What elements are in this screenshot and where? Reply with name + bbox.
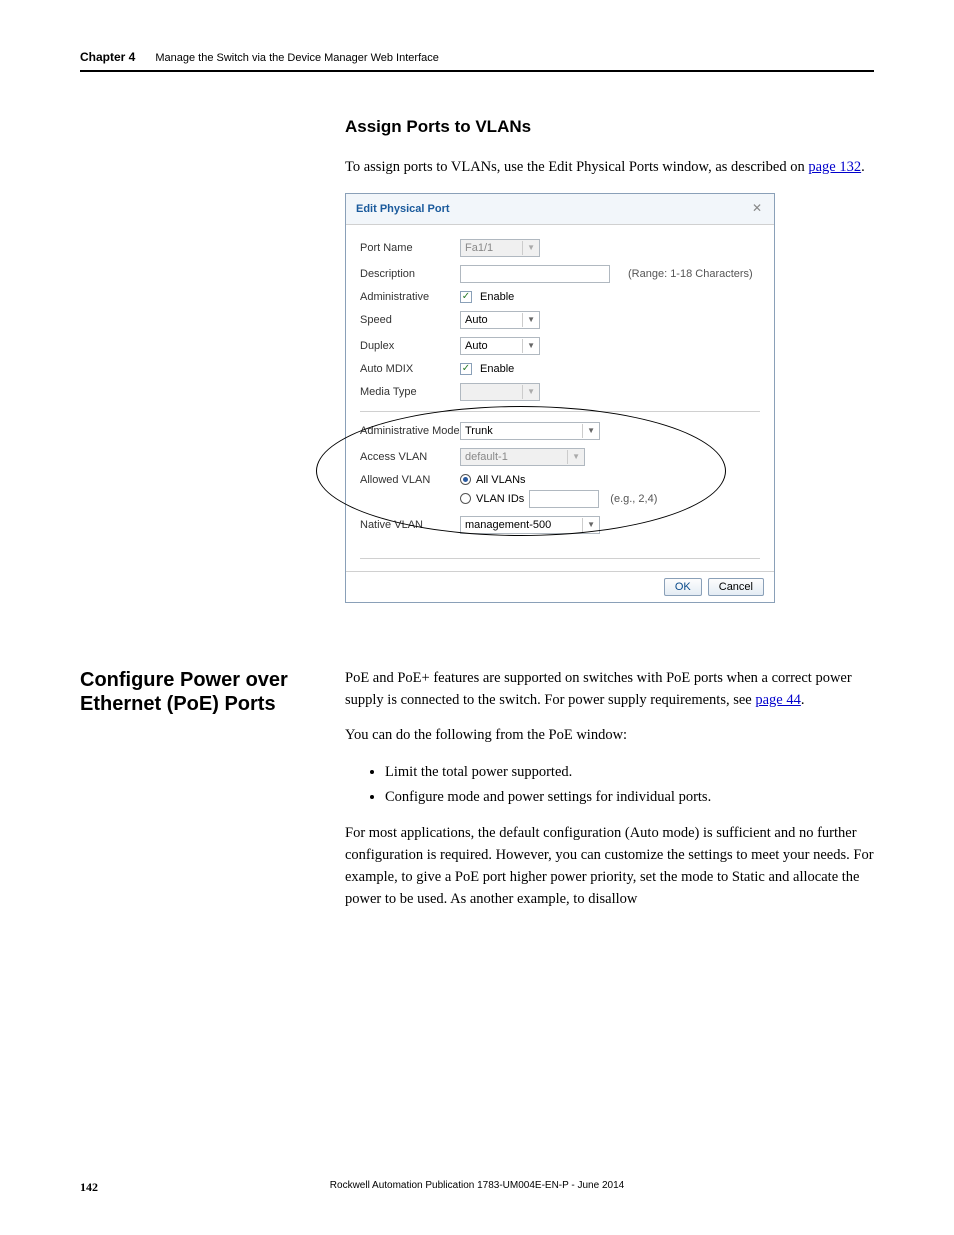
- allowed-vlan-label: Allowed VLAN: [360, 474, 460, 486]
- vlan-ids-hint: (e.g., 2,4): [610, 493, 657, 505]
- body-paragraph: To assign ports to VLANs, use the Edit P…: [345, 157, 874, 179]
- chevron-down-icon: ▼: [522, 339, 535, 353]
- admin-mode-value: Trunk: [465, 425, 493, 437]
- body-paragraph: PoE and PoE+ features are supported on s…: [345, 668, 874, 712]
- body-paragraph: For most applications, the default confi…: [345, 823, 874, 910]
- divider: [360, 411, 760, 412]
- vlan-ids-radio-label: VLAN IDs: [476, 493, 524, 505]
- speed-label: Speed: [360, 314, 460, 326]
- duplex-label: Duplex: [360, 340, 460, 352]
- dialog-header: Edit Physical Port ✕: [346, 194, 774, 225]
- bullet-list: Limit the total power supported. Configu…: [385, 761, 874, 809]
- page-footer: 142 Rockwell Automation Publication 1783…: [80, 1180, 874, 1195]
- list-item: Limit the total power supported.: [385, 761, 874, 784]
- all-vlans-radio-label: All VLANs: [476, 474, 526, 486]
- chevron-down-icon: ▼: [582, 424, 595, 438]
- section-heading-assign-ports: Assign Ports to VLANs: [345, 117, 874, 137]
- speed-value: Auto: [465, 314, 488, 326]
- text-span: .: [861, 159, 865, 175]
- duplex-select[interactable]: Auto ▼: [460, 337, 540, 355]
- access-vlan-value: default-1: [465, 451, 508, 463]
- native-vlan-label: Native VLAN: [360, 519, 460, 531]
- list-item: Configure mode and power settings for in…: [385, 786, 874, 809]
- description-range-hint: (Range: 1-18 Characters): [628, 268, 753, 280]
- cancel-button[interactable]: Cancel: [708, 578, 764, 596]
- native-vlan-value: management-500: [465, 519, 551, 531]
- media-type-label: Media Type: [360, 386, 460, 398]
- administrative-checkbox-label: Enable: [480, 291, 514, 303]
- page-header: Chapter 4 Manage the Switch via the Devi…: [80, 50, 874, 72]
- chapter-title: Manage the Switch via the Device Manager…: [155, 52, 439, 64]
- body-paragraph: You can do the following from the PoE wi…: [345, 725, 874, 747]
- media-type-select[interactable]: ▼: [460, 383, 540, 401]
- section-heading-poe: Configure Power over Ethernet (PoE) Port…: [80, 668, 315, 716]
- admin-mode-label: Administrative Mode: [360, 425, 460, 437]
- access-vlan-select[interactable]: default-1 ▼: [460, 448, 585, 466]
- auto-mdix-checkbox-label: Enable: [480, 363, 514, 375]
- chevron-down-icon: ▼: [522, 385, 535, 399]
- duplex-value: Auto: [465, 340, 488, 352]
- port-name-select[interactable]: Fa1/1 ▼: [460, 239, 540, 257]
- port-name-label: Port Name: [360, 242, 460, 254]
- port-name-value: Fa1/1: [465, 242, 493, 254]
- dialog-title: Edit Physical Port: [356, 203, 450, 215]
- ok-button[interactable]: OK: [664, 578, 702, 596]
- page-link-132[interactable]: page 132: [808, 159, 861, 175]
- chevron-down-icon: ▼: [582, 518, 595, 532]
- divider: [360, 558, 760, 559]
- page-link-44[interactable]: page 44: [755, 692, 801, 708]
- chapter-label: Chapter 4: [80, 50, 135, 64]
- native-vlan-select[interactable]: management-500 ▼: [460, 516, 600, 534]
- auto-mdix-checkbox[interactable]: ✓: [460, 363, 472, 375]
- vlan-ids-radio[interactable]: [460, 493, 471, 504]
- edit-physical-port-dialog: Edit Physical Port ✕ Port Name Fa1/1 ▼: [345, 193, 775, 603]
- text-span: .: [801, 692, 805, 708]
- page-number: 142: [80, 1180, 98, 1195]
- admin-mode-select[interactable]: Trunk ▼: [460, 422, 600, 440]
- access-vlan-label: Access VLAN: [360, 451, 460, 463]
- chevron-down-icon: ▼: [522, 241, 535, 255]
- all-vlans-radio[interactable]: [460, 474, 471, 485]
- administrative-checkbox[interactable]: ✓: [460, 291, 472, 303]
- chevron-down-icon: ▼: [522, 313, 535, 327]
- speed-select[interactable]: Auto ▼: [460, 311, 540, 329]
- description-label: Description: [360, 268, 460, 280]
- chevron-down-icon: ▼: [567, 450, 580, 464]
- description-input[interactable]: [460, 265, 610, 283]
- administrative-label: Administrative: [360, 291, 460, 303]
- text-span: To assign ports to VLANs, use the Edit P…: [345, 159, 808, 175]
- auto-mdix-label: Auto MDIX: [360, 363, 460, 375]
- vlan-ids-input[interactable]: [529, 490, 599, 508]
- publication-id: Rockwell Automation Publication 1783-UM0…: [330, 1180, 624, 1191]
- close-icon[interactable]: ✕: [750, 202, 764, 216]
